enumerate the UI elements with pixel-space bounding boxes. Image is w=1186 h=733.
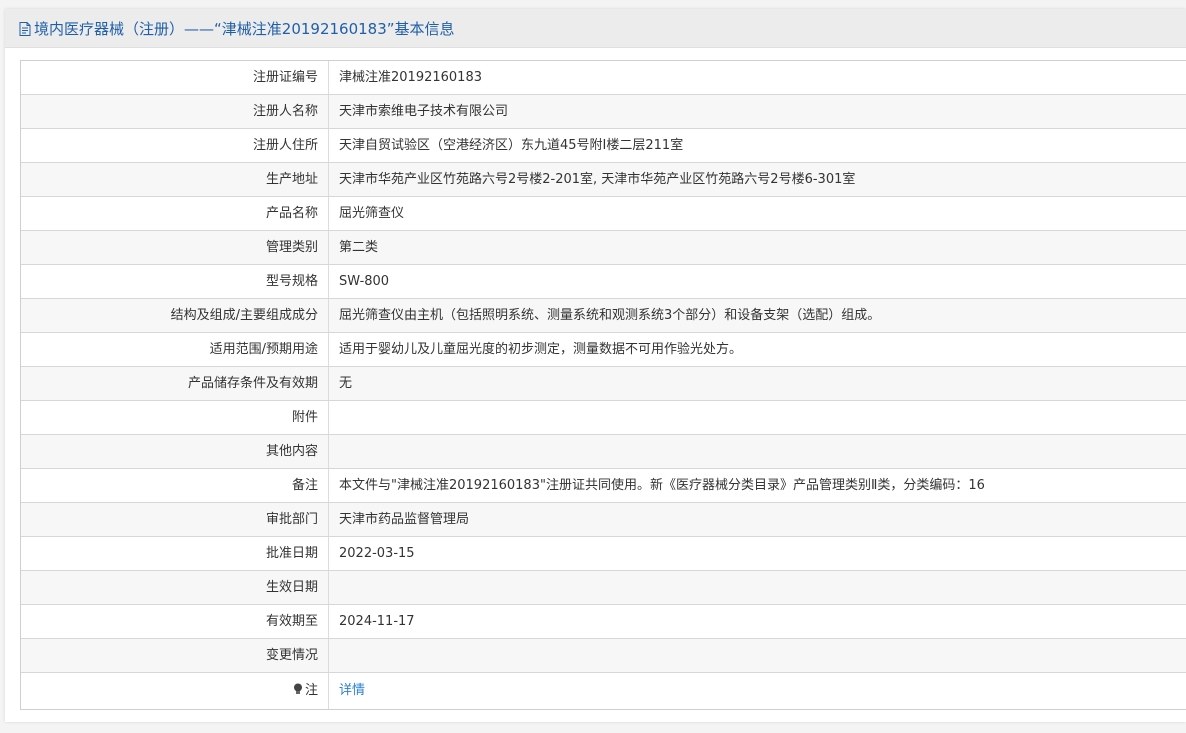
- field-label: 附件: [21, 401, 329, 434]
- field-label: 批准日期: [21, 537, 329, 570]
- field-value: SW-800: [339, 274, 390, 289]
- field-value: 适用于婴幼儿及儿童屈光度的初步测定，测量数据不可用作验光处方。: [339, 342, 743, 357]
- field-value: 津械注准20192160183: [339, 70, 482, 85]
- table-row: 适用范围/预期用途 适用于婴幼儿及儿童屈光度的初步测定，测量数据不可用作验光处方。: [21, 333, 1186, 367]
- table-row: 结构及组成/主要组成成分 屈光筛查仪由主机（包括照明系统、测量系统和观测系统3个部…: [21, 299, 1186, 333]
- table-row: 附件: [21, 401, 1186, 435]
- field-value: 屈光筛查仪: [339, 206, 405, 221]
- field-label: 注册证编号: [21, 61, 329, 94]
- table-row: 注册证编号 津械注准20192160183: [21, 61, 1186, 95]
- field-value: 第二类: [339, 240, 379, 255]
- field-value: 2022-03-15: [339, 546, 415, 561]
- table-row: 审批部门 天津市药品监督管理局: [21, 503, 1186, 537]
- table-row: 管理类别 第二类: [21, 231, 1186, 265]
- field-value: [329, 435, 1186, 468]
- field-value: [329, 571, 1186, 604]
- field-value: 天津自贸试验区（空港经济区）东九道45号附Ⅰ楼二层211室: [339, 138, 684, 153]
- field-label: 结构及组成/主要组成成分: [21, 299, 329, 332]
- field-label: 生产地址: [21, 163, 329, 196]
- field-value: 无: [339, 376, 353, 391]
- document-icon: [19, 22, 31, 36]
- field-label: 注册人名称: [21, 95, 329, 128]
- info-card: 境内医疗器械（注册）——“津械注准20192160183”基本信息 注册证编号津…: [5, 9, 1186, 722]
- field-label: 产品储存条件及有效期: [21, 367, 329, 400]
- table-row: 型号规格 SW-800: [21, 265, 1186, 299]
- table-row: 产品名称 屈光筛查仪: [21, 197, 1186, 231]
- field-value: 天津市华苑产业区竹苑路六号2号楼2-201室, 天津市华苑产业区竹苑路六号2号楼…: [339, 172, 856, 187]
- field-label: 备注: [21, 469, 329, 502]
- lightbulb-icon: [293, 674, 303, 694]
- table-row: 有效期至 2024-11-17: [21, 605, 1186, 639]
- table-row: 批准日期 2022-03-15: [21, 537, 1186, 571]
- field-label: 产品名称: [21, 197, 329, 230]
- field-value: 天津市索维电子技术有限公司: [339, 104, 509, 119]
- field-label: 管理类别: [21, 231, 329, 264]
- field-value: 2024-11-17: [339, 614, 415, 629]
- note-row: 注 详情: [21, 673, 1186, 710]
- field-label: 适用范围/预期用途: [21, 333, 329, 366]
- field-label: 其他内容: [21, 435, 329, 468]
- field-label: 注册人住所: [21, 129, 329, 162]
- page-header: 境内医疗器械（注册）——“津械注准20192160183”基本信息: [5, 9, 1186, 48]
- table-row: 产品储存条件及有效期无: [21, 367, 1186, 401]
- details-link[interactable]: 详情: [339, 683, 365, 698]
- field-value: 详情: [329, 673, 1186, 709]
- table-row: 注册人名称 天津市索维电子技术有限公司: [21, 95, 1186, 129]
- field-label: 变更情况: [21, 639, 329, 672]
- table-row: 其他内容: [21, 435, 1186, 469]
- field-label: 有效期至: [21, 605, 329, 638]
- table-row: 生效日期: [21, 571, 1186, 605]
- info-table: 注册证编号 津械注准20192160183 注册人名称 天津市索维电子技术有限公司 注册…: [20, 60, 1186, 710]
- table-row: 生产地址 天津市华苑产业区竹苑路六号2号楼2-201室, 天津市华苑产业区竹苑路六…: [21, 163, 1186, 197]
- field-value: 本文件与"津械注准20192160183"注册证共同使用。新《医疗器械分类目录》…: [339, 478, 985, 493]
- table-row: 注册人住所 天津自贸试验区（空港经济区）东九道45号附Ⅰ楼二层211室: [21, 129, 1186, 163]
- table-row: 备注 本文件与"津械注准20192160183"注册证共同使用。新《医疗器械分类目…: [21, 469, 1186, 503]
- field-value: [329, 639, 1186, 672]
- field-value: 屈光筛查仪由主机（包括照明系统、测量系统和观测系统3个部分）和设备支架（选配）组…: [339, 308, 881, 323]
- field-label: 注: [21, 673, 329, 709]
- page-title: 境内医疗器械（注册）——“津械注准20192160183”基本信息: [34, 19, 455, 38]
- field-label: 生效日期: [21, 571, 329, 604]
- field-value: [329, 401, 1186, 434]
- field-label: 型号规格: [21, 265, 329, 298]
- field-label: 审批部门: [21, 503, 329, 536]
- table-row: 变更情况: [21, 639, 1186, 673]
- note-label: 注: [304, 683, 318, 698]
- field-value: 天津市药品监督管理局: [339, 512, 470, 527]
